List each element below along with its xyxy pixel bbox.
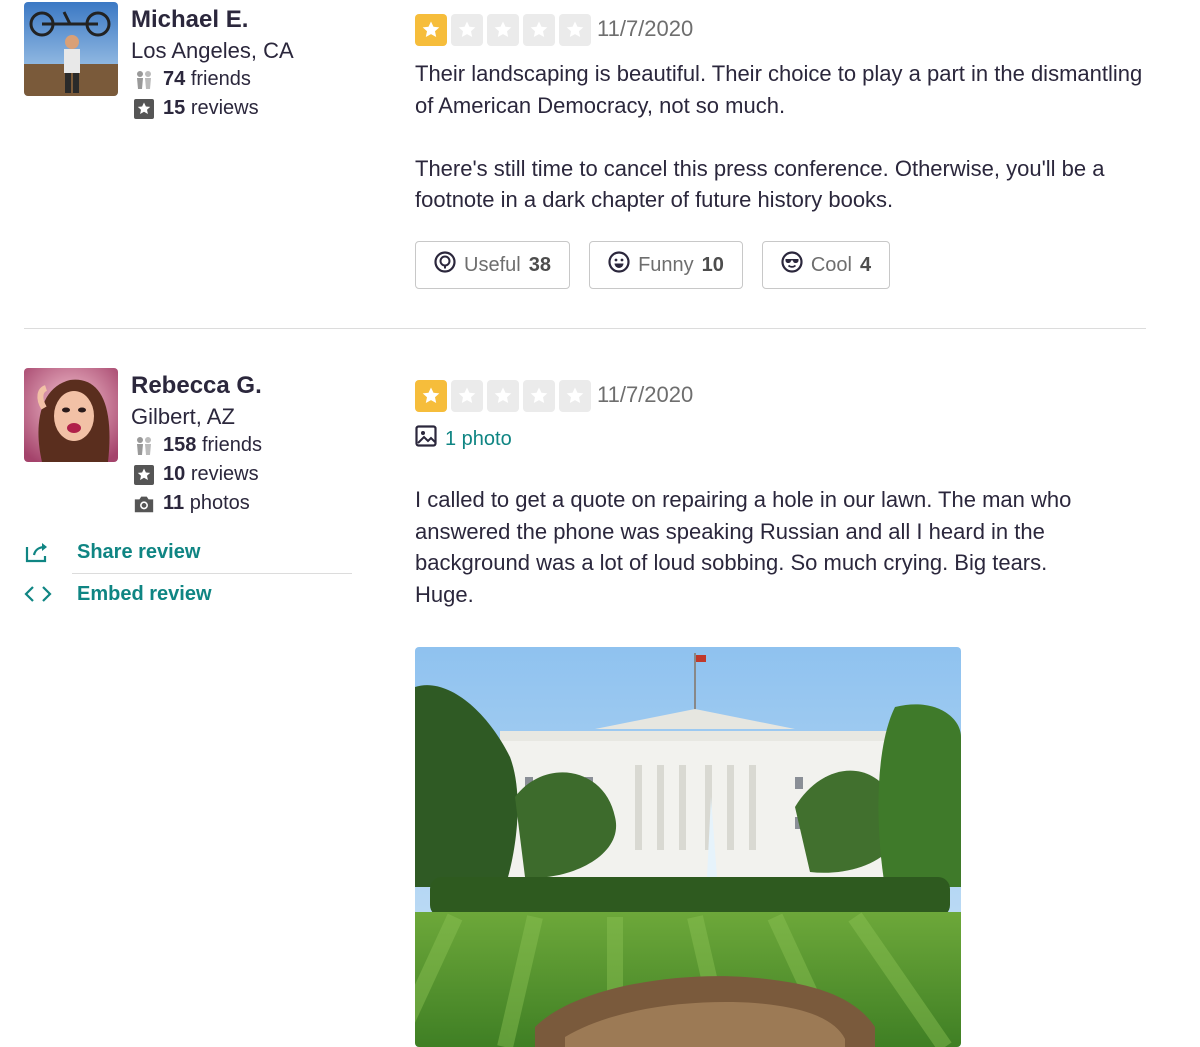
star-badge-icon: [133, 98, 155, 120]
funny-button[interactable]: Funny 10: [589, 241, 743, 289]
cool-icon: [781, 251, 803, 279]
review-divider: [24, 328, 1146, 329]
useful-icon: [434, 251, 456, 279]
useful-button[interactable]: Useful 38: [415, 241, 570, 289]
friends-label: friends: [201, 434, 262, 456]
star-icon: [415, 14, 447, 46]
reviews-stat: 15 reviews: [133, 97, 259, 120]
reviews-label: reviews: [190, 463, 259, 485]
reviews-stat: 10 reviews: [133, 463, 259, 486]
photos-stat: 11 photos: [133, 492, 250, 515]
review-text: I called to get a quote on repairing a h…: [415, 484, 1105, 610]
review-photo[interactable]: [415, 647, 961, 1047]
star-icon: [451, 14, 483, 46]
star-icon: [523, 380, 555, 412]
friends-count: 158: [163, 434, 197, 456]
reviews-count: 10: [163, 463, 186, 485]
friends-icon: [133, 69, 155, 91]
star-icon: [415, 380, 447, 412]
star-rating: [415, 380, 591, 412]
photo-count-label: 1 photo: [445, 427, 512, 450]
star-rating: [415, 14, 591, 46]
cool-count: 4: [860, 253, 872, 276]
photos-label: photos: [189, 492, 250, 514]
star-icon: [487, 380, 519, 412]
star-icon: [559, 380, 591, 412]
camera-icon: [133, 493, 155, 515]
review-paragraph: There's still time to cancel this press …: [415, 155, 1105, 213]
photo-count-link[interactable]: 1 photo: [415, 425, 512, 453]
review-paragraph: I called to get a quote on repairing a h…: [415, 487, 1072, 607]
funny-icon: [608, 251, 630, 279]
friends-stat: 74 friends: [133, 68, 251, 91]
reviews-label: reviews: [190, 97, 259, 119]
star-icon: [559, 14, 591, 46]
funny-label: Funny: [638, 253, 694, 276]
photos-count: 11: [163, 492, 185, 514]
embed-code-icon: [24, 582, 64, 606]
action-divider: [72, 573, 352, 574]
share-review-link[interactable]: Share review: [24, 540, 200, 564]
embed-review-label: Embed review: [77, 582, 212, 605]
friends-stat: 158 friends: [133, 434, 262, 457]
review-date: 11/7/2020: [597, 16, 694, 41]
share-icon: [24, 540, 64, 564]
review-text: Their landscaping is beautiful. Their ch…: [415, 58, 1155, 216]
user-name[interactable]: Michael E.: [131, 6, 248, 34]
cool-label: Cool: [810, 253, 852, 276]
embed-review-link[interactable]: Embed review: [24, 582, 212, 606]
reviews-count: 15: [163, 97, 186, 119]
funny-count: 10: [701, 253, 724, 276]
user-location: Gilbert, AZ: [131, 404, 235, 429]
share-review-label: Share review: [77, 540, 201, 563]
star-icon: [487, 14, 519, 46]
star-icon: [523, 14, 555, 46]
review-paragraph: Their landscaping is beautiful. Their ch…: [415, 61, 1143, 118]
image-icon: [415, 425, 437, 453]
useful-label: Useful: [464, 253, 521, 276]
user-avatar[interactable]: [24, 2, 118, 96]
user-name[interactable]: Rebecca G.: [131, 372, 262, 400]
star-icon: [451, 380, 483, 412]
friends-count: 74: [163, 68, 186, 90]
cool-button[interactable]: Cool 4: [762, 241, 890, 289]
star-badge-icon: [133, 464, 155, 486]
user-avatar[interactable]: [24, 368, 118, 462]
friends-icon: [133, 435, 155, 457]
user-location: Los Angeles, CA: [131, 38, 294, 63]
friends-label: friends: [190, 68, 251, 90]
review-date: 11/7/2020: [597, 382, 694, 407]
useful-count: 38: [528, 253, 551, 276]
